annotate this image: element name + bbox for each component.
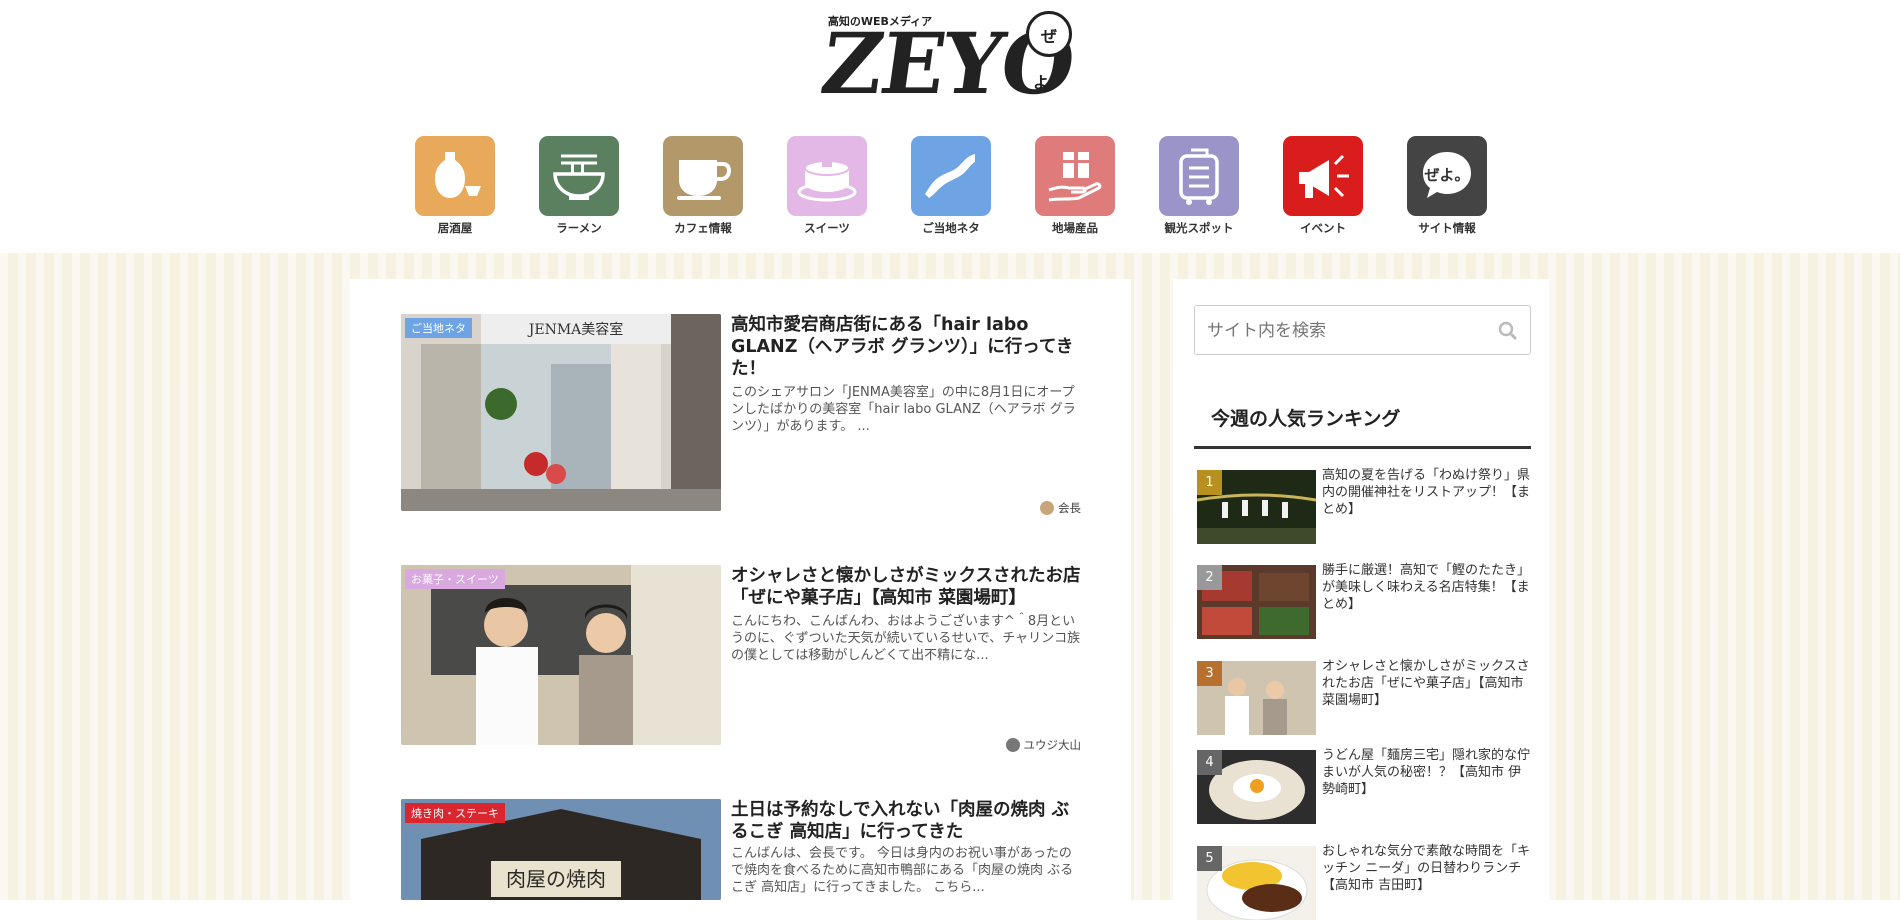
nav-tile xyxy=(1283,136,1363,216)
article-title[interactable]: 高知市愛宕商店街にある「hair labo GLANZ（ヘアラボ グランツ）」に… xyxy=(731,314,1081,380)
article-title[interactable]: オシャレさと懐かしさがミックスされたお店「ぜにや菓子店」【高知市 菜園場町】 xyxy=(731,565,1081,609)
rank-number: 4 xyxy=(1197,750,1222,775)
category-badge[interactable]: ご当地ネタ xyxy=(405,318,472,338)
article-excerpt: こんにちわ、こんばんわ、おはようございます^＾8月というのに、ぐずついた天気が続… xyxy=(731,614,1081,663)
ranking-thumbnail[interactable]: 1 xyxy=(1197,470,1316,544)
rank-number: 2 xyxy=(1197,565,1222,590)
site-header: 高知のWEBメディア ZEYO ぜよ。 居酒屋 ラーメン カフェ情報 スイーツ … xyxy=(0,0,1900,253)
nav-tile xyxy=(787,136,867,216)
nav-item-ramen[interactable]: ラーメン xyxy=(538,136,620,236)
nav-item-sweets[interactable]: スイーツ xyxy=(786,136,868,236)
category-badge[interactable]: 焼き肉・ステーキ xyxy=(405,803,505,823)
ranking-thumbnail[interactable]: 4 xyxy=(1197,750,1316,824)
article-card[interactable]: 肉屋の焼肉 焼き肉・ステーキ 土日は予約なしで入れない「肉屋の焼肉 ぶるこぎ 高… xyxy=(401,799,1081,919)
shop-owners-image xyxy=(401,565,721,745)
nav-tile xyxy=(1035,136,1115,216)
search-box xyxy=(1194,305,1531,355)
nav-label: 観光スポット xyxy=(1164,221,1234,235)
author-avatar xyxy=(1005,738,1020,752)
nav-item-local[interactable]: ご当地ネタ xyxy=(910,136,992,236)
suitcase-icon xyxy=(1179,148,1219,205)
nav-label: 居酒屋 xyxy=(437,221,473,235)
author-name: 会長 xyxy=(1058,501,1081,515)
megaphone-icon xyxy=(1299,154,1349,198)
ranking-item-title[interactable]: 勝手に厳選！高知で「鰹のたたき」が美味しく味わえる名店特集！【まとめ】 xyxy=(1322,562,1532,613)
rank-number: 3 xyxy=(1197,661,1222,686)
storefront-sign-text: JENMA美容室 xyxy=(527,321,624,338)
zeyo-speech-icon: ぜよ。 xyxy=(1423,152,1471,198)
article-list: JENMA美容室 ご当地ネタ 高知市愛宕商店街にある「hair labo GLA… xyxy=(350,279,1131,919)
article-excerpt: このシェアサロン「JENMA美容室」の中に8月1日にオープンしたばかりの美容室「… xyxy=(731,385,1076,434)
storefront-sign-text: 肉屋の焼肉 xyxy=(506,867,606,891)
nav-tile: ぜよ。 xyxy=(1407,136,1487,216)
gift-hand-icon xyxy=(1048,152,1102,202)
rank-number: 1 xyxy=(1197,470,1222,495)
ranking-item-title[interactable]: うどん屋「麺房三宅」隠れ家的な佇まいが人気の秘密！？【高知市 伊勢崎町】 xyxy=(1322,747,1532,798)
ranking-title: 今週の人気ランキング xyxy=(1211,408,1401,430)
ranking-thumbnail[interactable]: 3 xyxy=(1197,661,1316,735)
nav-tile xyxy=(415,136,495,216)
author-name: ユウジ大山 xyxy=(1023,738,1082,752)
nav-label: ラーメン xyxy=(556,221,602,235)
nav-label: カフェ情報 xyxy=(674,221,732,235)
article-thumbnail[interactable]: お菓子・スイーツ xyxy=(401,565,721,745)
nav-item-local-products[interactable]: 地場産品 xyxy=(1034,136,1116,236)
nav-item-cafe[interactable]: カフェ情報 xyxy=(662,136,744,236)
nav-item-izakaya[interactable]: 居酒屋 xyxy=(414,136,496,236)
nav-item-event[interactable]: イベント xyxy=(1282,136,1364,236)
ranking-thumbnail[interactable]: 5 xyxy=(1197,846,1316,920)
article-card[interactable]: お菓子・スイーツ オシャレさと懐かしさがミックスされたお店「ぜにや菓子店」【高知… xyxy=(401,565,1081,755)
nav-label: サイト情報 xyxy=(1418,221,1476,235)
ranking-header: 今週の人気ランキング xyxy=(1194,401,1531,449)
nav-item-tourism[interactable]: 観光スポット xyxy=(1158,136,1240,236)
ramen-bowl-icon xyxy=(553,154,605,200)
ranking-thumbnail[interactable]: 2 xyxy=(1197,565,1316,639)
kochi-map-icon xyxy=(925,154,975,198)
ranking-item-title[interactable]: おしゃれな気分で素敵な時間を「キッチン ニーダ」の日替わりランチ【高知市 吉田町… xyxy=(1322,843,1532,894)
search-icon[interactable] xyxy=(1498,321,1518,341)
article-thumbnail[interactable]: JENMA美容室 ご当地ネタ xyxy=(401,314,721,511)
pancake-icon xyxy=(797,160,857,202)
author-avatar xyxy=(1040,501,1054,515)
logo-badge-icon-text: ぜよ。 xyxy=(1424,166,1469,184)
nav-label: 地場産品 xyxy=(1052,221,1098,235)
article-thumbnail[interactable]: 肉屋の焼肉 焼き肉・ステーキ xyxy=(401,799,721,900)
nav-label: ご当地ネタ xyxy=(922,221,980,235)
ranking-item-title[interactable]: 高知の夏を告げる「わぬけ祭り」県内の開催神社をリストアップ！【まとめ】 xyxy=(1322,467,1532,518)
salon-storefront-image: JENMA美容室 xyxy=(401,314,721,511)
rank-number: 5 xyxy=(1197,846,1222,871)
article-card[interactable]: JENMA美容室 ご当地ネタ 高知市愛宕商店街にある「hair labo GLA… xyxy=(401,314,1081,519)
article-author[interactable]: 会長 xyxy=(1040,500,1081,516)
nav-tile xyxy=(539,136,619,216)
logo-badge: ぜよ。 xyxy=(1026,11,1072,92)
article-title[interactable]: 土日は予約なしで入れない「肉屋の焼肉 ぶるこぎ 高知店」に行ってきた xyxy=(731,799,1081,843)
sidebar: 今週の人気ランキング 1 高知の夏を告げる「わぬけ祭り」県内の開催神社をリストア… xyxy=(1173,279,1549,920)
search-input[interactable] xyxy=(1205,314,1489,348)
nav-tile xyxy=(1159,136,1239,216)
coffee-cup-icon xyxy=(677,160,732,200)
ranking-item-title[interactable]: オシャレさと懐かしさがミックスされたお店「ぜにや菓子店」【高知市 菜園場町】 xyxy=(1322,658,1532,709)
article-excerpt: こんばんは、会長です。 今日は身内のお祝い事があったので焼肉を食べるために高知市… xyxy=(731,846,1074,895)
nav-tile xyxy=(663,136,743,216)
category-badge[interactable]: お菓子・スイーツ xyxy=(405,569,505,589)
article-author[interactable]: ユウジ大山 xyxy=(1005,737,1082,753)
nav-label: イベント xyxy=(1300,221,1346,235)
sake-bottle-icon xyxy=(435,152,481,198)
nav-tile xyxy=(911,136,991,216)
nav-item-site-info[interactable]: ぜよ。 サイト情報 xyxy=(1406,136,1488,236)
nav-label: スイーツ xyxy=(804,221,850,235)
